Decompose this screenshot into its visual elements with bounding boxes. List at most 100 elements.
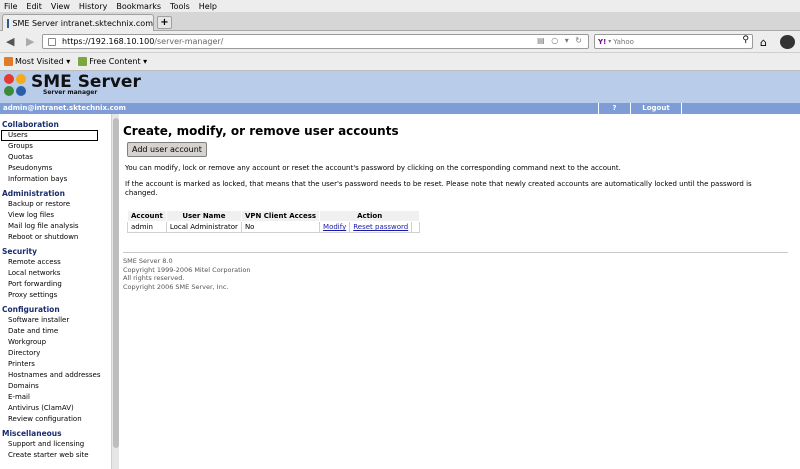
chevron-down-icon[interactable]: ▾ xyxy=(608,38,611,45)
table-header-row: Account User Name VPN Client Access Acti… xyxy=(127,210,421,222)
menu-help[interactable]: Help xyxy=(199,2,217,11)
sidebar-item-hostnames[interactable]: Hostnames and addresses xyxy=(0,370,111,381)
description-text: You can modify, lock or remove any accou… xyxy=(125,164,621,172)
sidebar-item-backup[interactable]: Backup or restore xyxy=(0,199,111,210)
bookmark-label: Most Visited ▾ xyxy=(15,57,71,66)
sidebar-item-groups[interactable]: Groups xyxy=(0,141,111,152)
search-bar[interactable]: Y! ▾ ⚲ xyxy=(594,34,753,49)
sidebar-item-users[interactable]: Users xyxy=(1,130,98,141)
navigation-bar: ◀ ▶ https://192.168.10.100/server-manage… xyxy=(0,31,800,53)
server-manager-page: SME Server Server manager admin@intranet… xyxy=(0,71,800,469)
page-title: Create, modify, or remove user accounts xyxy=(123,124,399,138)
footer-copyright-sme: Copyright 2006 SME Server, Inc. xyxy=(123,282,229,291)
forward-arrow-icon[interactable]: ▶ xyxy=(26,35,34,48)
back-arrow-icon[interactable]: ◀ xyxy=(6,35,14,48)
sidebar-item-printers[interactable]: Printers xyxy=(0,359,111,370)
sidebar-item-domains[interactable]: Domains xyxy=(0,381,111,392)
sidebar-item-software-installer[interactable]: Software installer xyxy=(0,315,111,326)
sidebar-item-date-time[interactable]: Date and time xyxy=(0,326,111,337)
tab-bar: SME Server intranet.sktechnix.com + xyxy=(0,12,800,31)
menu-bookmarks[interactable]: Bookmarks xyxy=(116,2,161,11)
locked-account-note: If the account is marked as locked, that… xyxy=(125,180,752,197)
reset-password-link[interactable]: Reset password xyxy=(353,223,408,231)
url-host: https://192.168.10.100 xyxy=(62,37,155,46)
footer: SME Server 8.0 Copyright 1999-2006 Mitel… xyxy=(123,257,251,291)
menu-tools[interactable]: Tools xyxy=(170,2,190,11)
footer-version: SME Server 8.0 xyxy=(123,257,173,265)
user-accounts-table: Account User Name VPN Client Access Acti… xyxy=(127,210,421,233)
main-content: Create, modify, or remove user accounts … xyxy=(123,114,793,291)
reload-icon[interactable]: ▤ ○ ▾ ↻ xyxy=(537,36,584,45)
sidebar-item-pseudonyms[interactable]: Pseudonyms xyxy=(0,163,111,174)
sidebar-item-email[interactable]: E-mail xyxy=(0,392,111,403)
bookmark-most-visited[interactable]: Most Visited ▾ xyxy=(4,57,70,66)
sidebar-nav: Collaboration Users Groups Quotas Pseudo… xyxy=(0,114,111,469)
sidebar-item-quotas[interactable]: Quotas xyxy=(0,152,111,163)
cell-user-name: Local Administrator xyxy=(165,221,242,233)
new-tab-button[interactable]: + xyxy=(157,16,172,29)
search-input[interactable] xyxy=(613,37,734,46)
section-collaboration: Collaboration xyxy=(2,120,59,129)
sidebar-scrollbar[interactable] xyxy=(111,114,119,469)
cell-vpn: No xyxy=(240,221,321,233)
sidebar-item-local-networks[interactable]: Local networks xyxy=(0,268,111,279)
sme-logo: SME Server Server manager xyxy=(4,74,141,98)
home-icon[interactable]: ⌂ xyxy=(760,36,767,49)
logout-link[interactable]: Logout xyxy=(630,103,682,114)
url-path: /server-manager/ xyxy=(154,37,224,46)
yahoo-icon[interactable]: Y! xyxy=(598,38,606,46)
column-header-user-name: User Name xyxy=(165,210,242,222)
bookmark-free-content[interactable]: Free Content ▾ xyxy=(78,57,147,66)
bookmark-folder-icon xyxy=(4,57,13,66)
favicon-icon xyxy=(7,18,10,28)
scrollbar-thumb[interactable] xyxy=(113,118,119,448)
sidebar-item-reboot[interactable]: Reboot or shutdown xyxy=(0,232,111,243)
sidebar-item-mail-log[interactable]: Mail log file analysis xyxy=(0,221,111,232)
bookmark-folder-icon xyxy=(78,57,88,66)
sidebar-item-view-logs[interactable]: View log files xyxy=(0,210,111,221)
table-row: admin Local Administrator No Modify Rese… xyxy=(127,221,421,233)
site-identity-icon[interactable] xyxy=(48,37,56,46)
menu-file[interactable]: File xyxy=(4,2,17,11)
search-icon[interactable]: ⚲ xyxy=(742,35,749,45)
footer-copyright-mitel: Copyright 1999-2006 Mitel Corporation xyxy=(123,265,251,274)
help-link[interactable]: ? xyxy=(598,103,630,114)
sidebar-item-directory[interactable]: Directory xyxy=(0,348,111,359)
sidebar-item-remote-access[interactable]: Remote access xyxy=(0,257,111,268)
add-user-account-button[interactable]: Add user account xyxy=(127,142,207,157)
status-bar: admin@intranet.sktechnix.com ? Logout xyxy=(0,103,800,114)
column-header-account: Account xyxy=(127,210,167,222)
column-header-vpn: VPN Client Access xyxy=(240,210,321,222)
cell-reset: Reset password xyxy=(349,221,413,233)
modify-link[interactable]: Modify xyxy=(323,223,346,231)
footer-rights: All rights reserved. xyxy=(123,274,185,282)
sidebar-item-support[interactable]: Support and licensing xyxy=(0,439,111,450)
cell-account: admin xyxy=(127,221,167,233)
menu-edit[interactable]: Edit xyxy=(26,2,42,11)
footer-divider xyxy=(123,252,788,253)
sidebar-item-information-bays[interactable]: Information bays xyxy=(0,174,111,185)
sme-logo-icon xyxy=(4,74,28,98)
cell-empty xyxy=(411,221,421,233)
browser-menubar: File Edit View History Bookmarks Tools H… xyxy=(0,0,800,12)
browser-tab[interactable]: SME Server intranet.sktechnix.com xyxy=(2,14,154,31)
section-miscellaneous: Miscellaneous xyxy=(2,429,62,438)
url-bar[interactable]: https://192.168.10.100/server-manager/ ▤… xyxy=(42,34,589,49)
menu-history[interactable]: History xyxy=(79,2,107,11)
sidebar-item-workgroup[interactable]: Workgroup xyxy=(0,337,111,348)
tab-title: SME Server intranet.sktechnix.com xyxy=(12,18,153,28)
section-configuration: Configuration xyxy=(2,305,60,314)
cell-modify: Modify xyxy=(319,221,351,233)
logged-in-user: admin@intranet.sktechnix.com xyxy=(3,104,126,112)
sidebar-item-starter-web-site[interactable]: Create starter web site xyxy=(0,450,111,461)
sidebar-item-port-forwarding[interactable]: Port forwarding xyxy=(0,279,111,290)
sidebar-item-review-configuration[interactable]: Review configuration xyxy=(0,414,111,425)
sidebar-item-proxy[interactable]: Proxy settings xyxy=(0,290,111,301)
addon-icon[interactable] xyxy=(780,35,795,49)
menu-view[interactable]: View xyxy=(51,2,70,11)
column-header-action: Action xyxy=(319,210,421,222)
section-security: Security xyxy=(2,247,38,256)
section-administration: Administration xyxy=(2,189,65,198)
sidebar-item-antivirus[interactable]: Antivirus (ClamAV) xyxy=(0,403,111,414)
bookmarks-bar: Most Visited ▾ Free Content ▾ xyxy=(0,53,800,71)
